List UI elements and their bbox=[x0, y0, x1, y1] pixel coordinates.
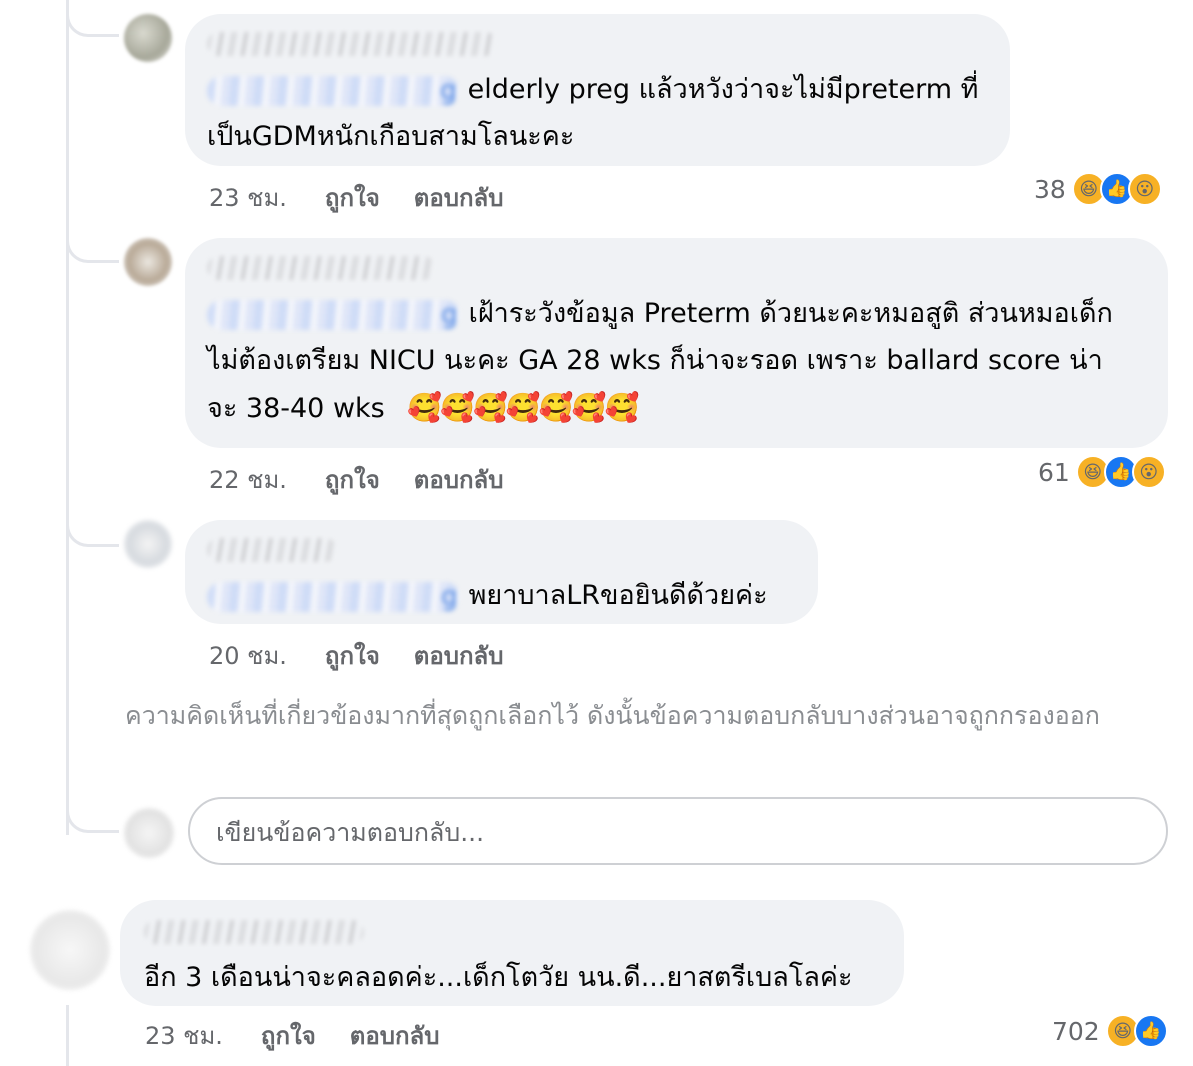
user-mention[interactable]: g bbox=[207, 75, 459, 106]
thread-connector bbox=[66, 770, 119, 833]
user-mention[interactable]: g bbox=[207, 581, 460, 612]
comment-bubble: g elderly preg แล้วหวังว่าจะไม่มีpreterm… bbox=[185, 14, 1010, 166]
comment-meta: 22 ชม. ถูกใจ ตอบกลับ bbox=[209, 460, 503, 499]
like-button[interactable]: ถูกใจ bbox=[325, 178, 380, 217]
reaction-count: 38 bbox=[1034, 174, 1066, 204]
avatar[interactable] bbox=[124, 14, 172, 62]
thread-connector bbox=[66, 200, 119, 263]
thread-connector bbox=[66, 0, 119, 37]
user-mention[interactable]: g bbox=[207, 299, 460, 330]
comment-text-line: เฝ้าระวังข้อมูล Preterm ด้วยนะคะหมอสูติ … bbox=[468, 298, 1113, 329]
like-button[interactable]: ถูกใจ bbox=[325, 460, 380, 499]
reply-button[interactable]: ตอบกลับ bbox=[350, 1016, 440, 1055]
comment-text-line: ไม่ต้องเตรียม NICU นะคะ GA 28 wks ก็น่าจ… bbox=[207, 345, 1103, 376]
comment-author[interactable] bbox=[144, 920, 364, 944]
reaction-summary[interactable]: 702 😆 👍 bbox=[1052, 1014, 1168, 1048]
comment-author[interactable] bbox=[207, 538, 337, 562]
comment-author[interactable] bbox=[207, 256, 435, 280]
filtered-replies-notice: ความคิดเห็นที่เกี่ยวข้องมากที่สุดถูกเลือ… bbox=[125, 701, 1100, 730]
comment-text-line: เป็นGDMหนักเกือบสามโลนะคะ bbox=[207, 121, 575, 152]
avatar[interactable] bbox=[124, 520, 172, 568]
timestamp[interactable]: 22 ชม. bbox=[209, 460, 287, 499]
comment-bubble: g พยาบาลLRขอยินดีด้วยค่ะ bbox=[185, 520, 818, 624]
thread-connector bbox=[66, 480, 119, 547]
like-button[interactable]: ถูกใจ bbox=[325, 636, 380, 675]
avatar[interactable] bbox=[124, 238, 172, 286]
comment-text: g พยาบาลLRขอยินดีด้วยค่ะ bbox=[207, 572, 807, 619]
reply-button[interactable]: ตอบกลับ bbox=[414, 460, 504, 499]
reply-box[interactable] bbox=[188, 797, 1168, 865]
like-reaction-icon: 👍 bbox=[1133, 1014, 1168, 1048]
timestamp[interactable]: 23 ชม. bbox=[209, 178, 287, 217]
current-user-avatar bbox=[124, 808, 174, 858]
wow-reaction-icon: 😮 bbox=[1131, 455, 1166, 489]
reply-button[interactable]: ตอบกลับ bbox=[414, 636, 504, 675]
comment-text: g elderly preg แล้วหวังว่าจะไม่มีpreterm… bbox=[207, 66, 997, 160]
avatar[interactable] bbox=[30, 910, 110, 990]
comment-text: อีก 3 เดือนน่าจะคลอดค่ะ...เด็กโตวัย นน.ด… bbox=[144, 962, 853, 993]
comment-author[interactable] bbox=[207, 32, 497, 56]
thread-line bbox=[66, 1005, 69, 1066]
thread-line bbox=[66, 0, 69, 835]
reaction-summary[interactable]: 38 😆 👍 😮 bbox=[1034, 172, 1162, 206]
reaction-count: 702 bbox=[1052, 1016, 1100, 1046]
like-button[interactable]: ถูกใจ bbox=[261, 1016, 316, 1055]
comment-meta: 20 ชม. ถูกใจ ตอบกลับ bbox=[209, 636, 503, 675]
comment-text-line: elderly preg แล้วหวังว่าจะไม่มีpreterm ท… bbox=[467, 74, 979, 105]
reaction-count: 61 bbox=[1038, 457, 1070, 487]
comment-meta: 23 ชม. ถูกใจ ตอบกลับ bbox=[145, 1016, 439, 1055]
comment-bubble: อีก 3 เดือนน่าจะคลอดค่ะ...เด็กโตวัย นน.ด… bbox=[120, 900, 904, 1006]
timestamp[interactable]: 20 ชม. bbox=[209, 636, 287, 675]
timestamp[interactable]: 23 ชม. bbox=[145, 1016, 223, 1055]
reply-button[interactable]: ตอบกลับ bbox=[414, 178, 504, 217]
comment-meta: 23 ชม. ถูกใจ ตอบกลับ bbox=[209, 178, 503, 217]
comment-text-line: จะ 38-40 wks bbox=[207, 393, 385, 424]
reply-input[interactable] bbox=[214, 817, 1118, 848]
comment-bubble: g เฝ้าระวังข้อมูล Preterm ด้วยนะคะหมอสูต… bbox=[185, 238, 1168, 448]
comment-text: g เฝ้าระวังข้อมูล Preterm ด้วยนะคะหมอสูต… bbox=[207, 290, 1157, 432]
reaction-summary[interactable]: 61 😆 👍 😮 bbox=[1038, 455, 1166, 489]
comment-text-line: พยาบาลLRขอยินดีด้วยค่ะ bbox=[468, 580, 768, 611]
wow-reaction-icon: 😮 bbox=[1127, 172, 1162, 206]
smiling-hearts-emoji: 🥰🥰🥰🥰🥰🥰🥰 bbox=[407, 391, 639, 424]
